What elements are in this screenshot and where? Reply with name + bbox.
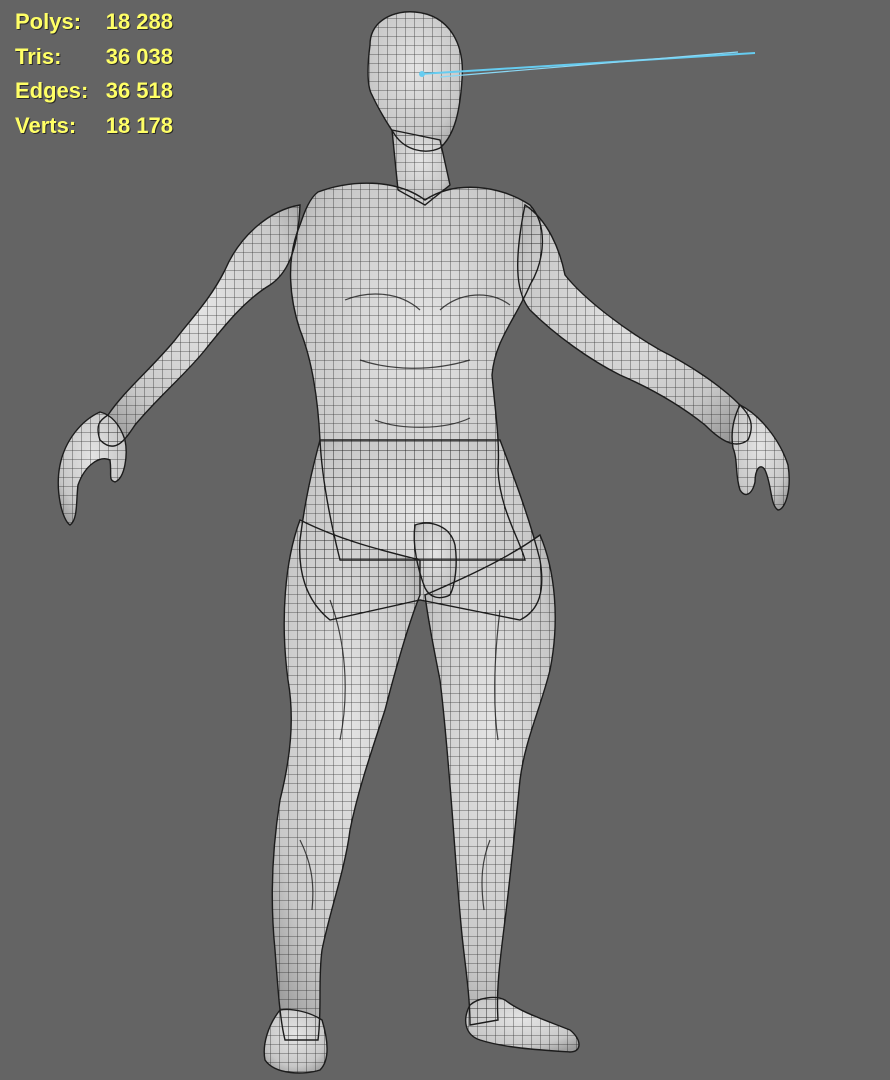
stat-row-tris: Tris: 36 038 [15,40,173,75]
viewport-3d[interactable]: Polys: 18 288 Tris: 36 038 Edges: 36 518… [0,0,890,1080]
left-hand-mesh-wire [58,412,127,525]
wireframe-model[interactable] [0,0,890,1080]
human-figure [57,11,790,1074]
stat-value: 18 288 [105,9,173,34]
head-mesh-wire [368,11,463,152]
stat-value: 18 178 [105,112,173,138]
left-arm-mesh-wire [97,205,300,447]
left-leg-mesh-wire [272,520,420,1040]
poly-stats-overlay: Polys: 18 288 Tris: 36 038 Edges: 36 518… [15,5,173,143]
stat-row-edges: Edges: 36 518 [15,74,173,109]
right-foot-mesh-wire [465,997,579,1052]
right-leg-mesh-wire [425,535,556,1025]
camera-line [419,51,756,78]
stat-label: Tris: [15,43,62,69]
stat-label: Edges: [15,78,89,103]
stat-row-polys: Polys: 18 288 [15,5,173,40]
stat-row-verts: Verts: 18 178 [15,109,173,144]
stat-value: 36 038 [105,43,173,69]
right-arm-mesh-wire [517,205,752,445]
stat-label: Polys: [15,9,82,34]
stat-value: 36 518 [105,78,173,103]
stat-label: Verts: [15,112,77,138]
